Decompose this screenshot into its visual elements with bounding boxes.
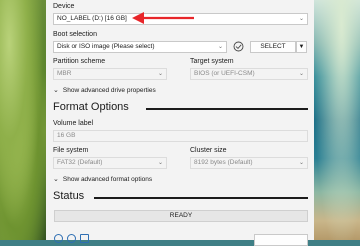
- boot-selection-label: Boot selection: [53, 31, 97, 38]
- partition-scheme-label: Partition scheme: [53, 58, 106, 65]
- partition-scheme-value: MBR: [57, 70, 72, 77]
- device-label: Device: [53, 3, 75, 10]
- volume-label-value: 16 GB: [57, 132, 76, 139]
- chevron-down-icon: ⌄: [298, 16, 304, 22]
- show-advanced-drive-toggle[interactable]: ⌄ Show advanced drive properties: [53, 86, 156, 94]
- volume-label-input[interactable]: 16 GB: [53, 130, 308, 142]
- advanced-drive-text: Show advanced drive properties: [62, 87, 156, 94]
- info-icon[interactable]: [80, 234, 89, 243]
- chevron-down-icon: ⌄: [217, 44, 223, 50]
- start-button[interactable]: [254, 234, 308, 246]
- device-value: NO_LABEL (D:) [16 GB]: [57, 15, 127, 22]
- target-system-label: Target system: [190, 58, 234, 65]
- chevron-down-icon: ⌄: [53, 87, 59, 94]
- show-advanced-format-toggle[interactable]: ⌄ Show advanced format options: [53, 175, 152, 183]
- settings-icon[interactable]: [67, 234, 76, 243]
- target-system-dropdown[interactable]: BIOS (or UEFI-CSM) ⌄: [190, 68, 308, 80]
- select-button[interactable]: SELECT: [250, 41, 296, 53]
- chevron-down-icon: ⌄: [298, 160, 304, 166]
- format-options-heading: Format Options: [53, 101, 129, 113]
- rufus-window: Device NO_LABEL (D:) [16 GB] ⌄ Boot sele…: [46, 0, 314, 246]
- status-progress-bar: READY: [54, 210, 308, 222]
- file-system-value: FAT32 (Default): [57, 159, 103, 166]
- chevron-down-icon: ⌄: [298, 71, 304, 77]
- partition-scheme-dropdown[interactable]: MBR ⌄: [53, 68, 167, 80]
- boot-selection-value: Disk or ISO image (Please select): [57, 43, 155, 50]
- desktop-background-right: [314, 0, 360, 240]
- cluster-size-value: 8192 bytes (Default): [194, 159, 253, 166]
- chevron-down-icon: ⌄: [53, 176, 59, 183]
- target-system-value: BIOS (or UEFI-CSM): [194, 70, 255, 77]
- volume-label-label: Volume label: [53, 120, 94, 127]
- file-system-label: File system: [53, 147, 89, 154]
- chevron-down-icon: ⌄: [157, 160, 163, 166]
- checksum-check-icon[interactable]: [233, 41, 244, 52]
- cluster-size-dropdown[interactable]: 8192 bytes (Default) ⌄: [190, 157, 308, 169]
- file-system-dropdown[interactable]: FAT32 (Default) ⌄: [53, 157, 167, 169]
- status-divider: [94, 197, 308, 199]
- advanced-format-text: Show advanced format options: [62, 176, 153, 183]
- desktop-background-left: [0, 0, 46, 240]
- annotation-arrow-icon: [132, 12, 194, 24]
- select-dropdown-button[interactable]: ▼: [296, 41, 307, 53]
- cluster-size-label: Cluster size: [190, 147, 227, 154]
- caret-down-icon: ▼: [298, 44, 305, 50]
- chevron-down-icon: ⌄: [157, 71, 163, 77]
- status-heading: Status: [53, 190, 85, 202]
- format-options-divider: [146, 108, 308, 110]
- boot-selection-dropdown[interactable]: Disk or ISO image (Please select) ⌄: [53, 41, 227, 53]
- about-icon[interactable]: [54, 234, 63, 243]
